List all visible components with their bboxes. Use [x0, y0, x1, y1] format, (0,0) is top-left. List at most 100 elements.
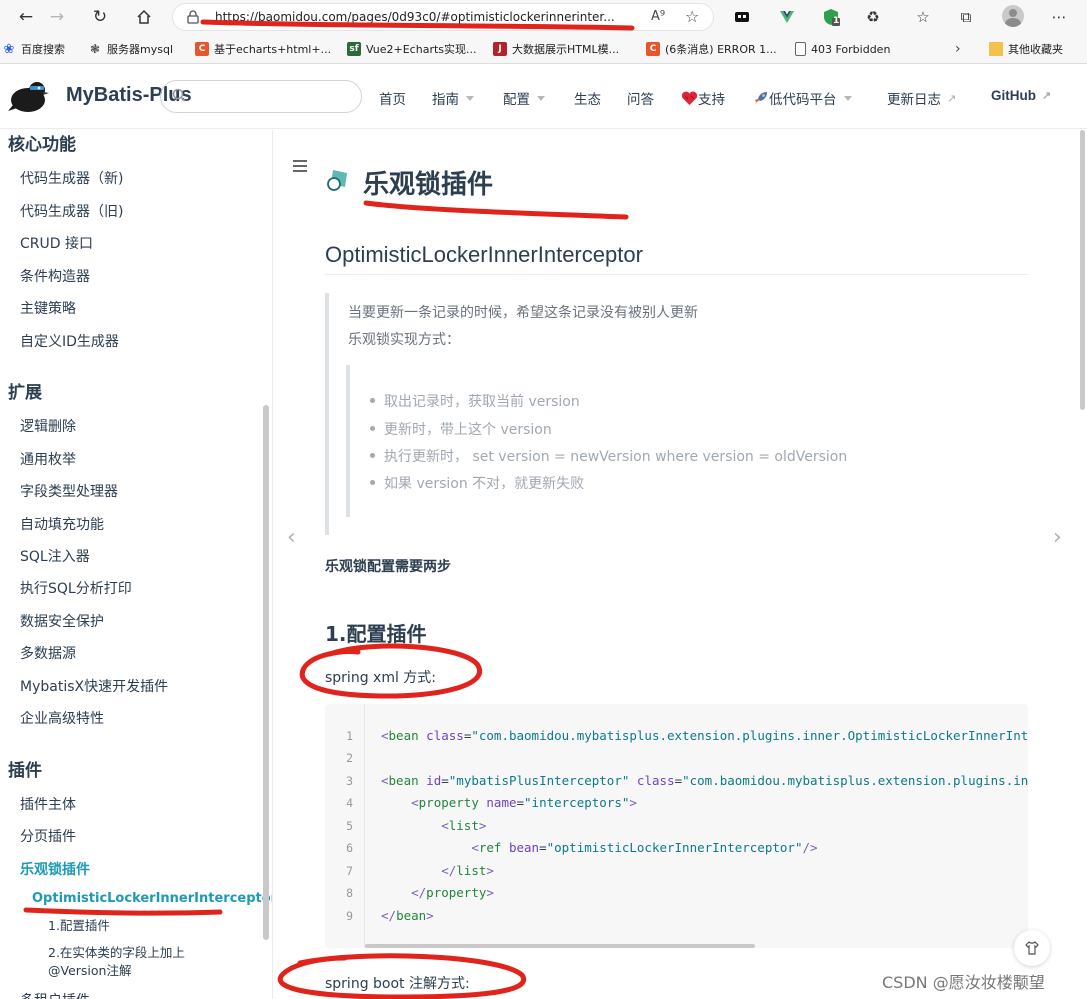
line-number: 8 [346, 886, 353, 900]
next-page-icon[interactable]: › [1053, 525, 1062, 550]
code-tag: list [456, 863, 487, 878]
rocket-icon [755, 92, 767, 104]
quote-line: 当要更新一条记录的时候，希望这条记录没有被别人更新 [348, 305, 698, 321]
bookmark-label: 服务器mysql [107, 43, 173, 56]
line-number: 6 [346, 841, 353, 855]
bookmark-error[interactable]: C (6条消息) ERROR 1... [646, 41, 777, 57]
vue-devtools-icon[interactable] [776, 6, 798, 28]
extension-icon[interactable] [731, 6, 753, 28]
code-attr: bean [508, 840, 540, 855]
sidebar-item[interactable]: 条件构造器 [20, 266, 90, 286]
bold-paragraph: 乐观锁配置需要两步 [325, 559, 451, 575]
sidebar-item[interactable]: 通用枚举 [20, 449, 76, 469]
sidebar-item[interactable]: 自定义ID生成器 [20, 331, 119, 351]
sidebar-item[interactable]: 逻辑删除 [20, 416, 76, 436]
bookmark-mysql[interactable]: ❃ 服务器mysql [88, 41, 173, 57]
sidebar-item[interactable]: 代码生成器（旧) [20, 201, 123, 221]
sidebar-item[interactable]: 数据安全保护 [20, 611, 104, 631]
sidebar-item[interactable]: CRUD 接口 [20, 233, 93, 253]
prev-page-icon[interactable]: ‹ [287, 525, 296, 550]
csdn-watermark: CSDN @愿汝妆楼颙望 [882, 973, 1045, 992]
bookmark-baidu[interactable]: ❀ 百度搜索 [2, 41, 65, 57]
lock-icon[interactable] [187, 10, 199, 24]
sidebar-item[interactable]: 插件主体 [20, 794, 76, 814]
sidebar-item[interactable]: 分页插件 [20, 826, 76, 846]
sidebar-item-active[interactable]: 乐观锁插件 [20, 859, 90, 879]
nav-github[interactable]: GitHub ↗ [991, 88, 1051, 103]
code-string: "interceptors" [524, 795, 630, 810]
sidebar-item[interactable]: 字段类型处理器 [20, 481, 118, 501]
url-text[interactable]: https://baomidou.com/pages/0d93c0/#optim… [215, 10, 660, 24]
address-bar[interactable]: https://baomidou.com/pages/0d93c0/#optim… [172, 3, 714, 31]
nav-label: 首页 [379, 92, 406, 108]
heading-divider [325, 274, 1028, 275]
folder-icon [989, 42, 1003, 56]
nav-guide[interactable]: 指南 [432, 88, 474, 108]
heart-icon [681, 91, 698, 105]
sidebar-item[interactable]: 多数据源 [20, 643, 76, 663]
sidebar-group-plugins[interactable]: 插件 [8, 756, 42, 781]
puzzle-icon[interactable]: ♻ [862, 6, 884, 28]
code-tag: list [448, 818, 479, 833]
code-line: <property name="interceptors"> [411, 795, 637, 810]
code-block[interactable]: 1 2 3 4 5 6 7 8 9 <bean class="com.baomi… [325, 704, 1028, 948]
search-input[interactable] [160, 80, 362, 113]
menu-toggle-icon[interactable] [293, 160, 307, 172]
page-scrollbar[interactable] [1080, 130, 1085, 410]
bookmark-label: (6条消息) ERROR 1... [665, 43, 777, 56]
sidebar-scrollbar[interactable] [263, 405, 269, 940]
bookmark-403[interactable]: 403 Forbidden [795, 41, 890, 57]
sidebar-subitem[interactable]: @Version注解 [48, 962, 131, 980]
nav-ecosystem[interactable]: 生态 [574, 88, 601, 108]
sidebar-item[interactable]: 主键策略 [20, 298, 76, 318]
baidu-paw-icon: ❀ [3, 41, 15, 57]
favorites-icon[interactable]: ☆ [912, 6, 934, 28]
code-line: <list> [441, 818, 487, 833]
bookmark-echarts[interactable]: C 基于echarts+html+... [195, 41, 331, 57]
sidebar-group-core[interactable]: 核心功能 [8, 130, 76, 155]
caret-down-icon [466, 95, 474, 101]
sidebar-item[interactable]: SQL注入器 [20, 546, 90, 566]
profile-icon[interactable] [1002, 5, 1024, 27]
nav-lowcode[interactable]: 低代码平台 [753, 88, 852, 108]
line-number: 9 [346, 909, 353, 923]
more-icon[interactable]: ⋯ [1048, 6, 1070, 28]
nav-label: 更新日志 [887, 92, 941, 108]
caret-down-icon [843, 95, 852, 101]
sidebar-item[interactable]: 执行SQL分析打印 [20, 578, 132, 598]
nav-label: 配置 [503, 92, 530, 108]
sidebar-item[interactable]: 多租户插件 [20, 990, 90, 999]
bookmark-bigdata[interactable]: J 大数据展示HTML模... [493, 41, 619, 57]
sidebar-item[interactable]: 代码生成器（新) [20, 168, 123, 188]
nav-faq[interactable]: 问答 [627, 88, 654, 108]
mybatis-logo[interactable] [8, 75, 50, 117]
chevron-right-icon[interactable]: › [955, 41, 961, 57]
nav-config[interactable]: 配置 [503, 88, 545, 108]
nav-home[interactable]: 首页 [379, 88, 406, 108]
sidebar-item[interactable]: 企业高级特性 [20, 708, 104, 728]
sidebar-subitem[interactable]: 1.配置插件 [48, 917, 110, 935]
shield-extension-icon[interactable]: 1 [820, 6, 842, 28]
arrow-left-icon[interactable]: ← [14, 5, 38, 29]
arrow-right-icon[interactable]: → [45, 5, 69, 29]
sidebar-item[interactable]: MybatisX快速开发插件 [20, 676, 168, 696]
sidebar-sub-active[interactable]: OptimisticLockerInnerInterceptor [32, 891, 272, 906]
code-horizontal-scrollbar[interactable] [365, 944, 755, 948]
quote-list-item: 如果 version 不对，就更新失败 [369, 473, 584, 493]
sidebar-subitem[interactable]: 2.在实体类的字段上加上 [48, 944, 185, 962]
nav-support[interactable]: 支持 [681, 88, 725, 108]
sidebar-group-extend[interactable]: 扩展 [8, 378, 42, 403]
bookmark-other-folder[interactable]: 其他收藏夹 [989, 41, 1063, 57]
home-icon[interactable] [132, 5, 156, 29]
collections-icon[interactable]: ⧉ [955, 6, 977, 28]
add-favorite-icon[interactable]: ☆ [685, 7, 699, 26]
bookmark-label: 403 Forbidden [811, 42, 891, 56]
refresh-icon[interactable]: ↻ [88, 5, 112, 29]
sidebar-item[interactable]: 自动填充功能 [20, 514, 104, 534]
bookmark-vue-echarts[interactable]: sf Vue2+Echarts实现... [347, 41, 477, 57]
nav-changelog[interactable]: 更新日志 ↗ [887, 88, 956, 109]
segmentfault-icon: sf [347, 42, 361, 56]
back-to-top-button[interactable] [1014, 930, 1050, 966]
code-attr: class [636, 773, 675, 788]
read-aloud-icon[interactable]: A⁹ [651, 9, 665, 24]
